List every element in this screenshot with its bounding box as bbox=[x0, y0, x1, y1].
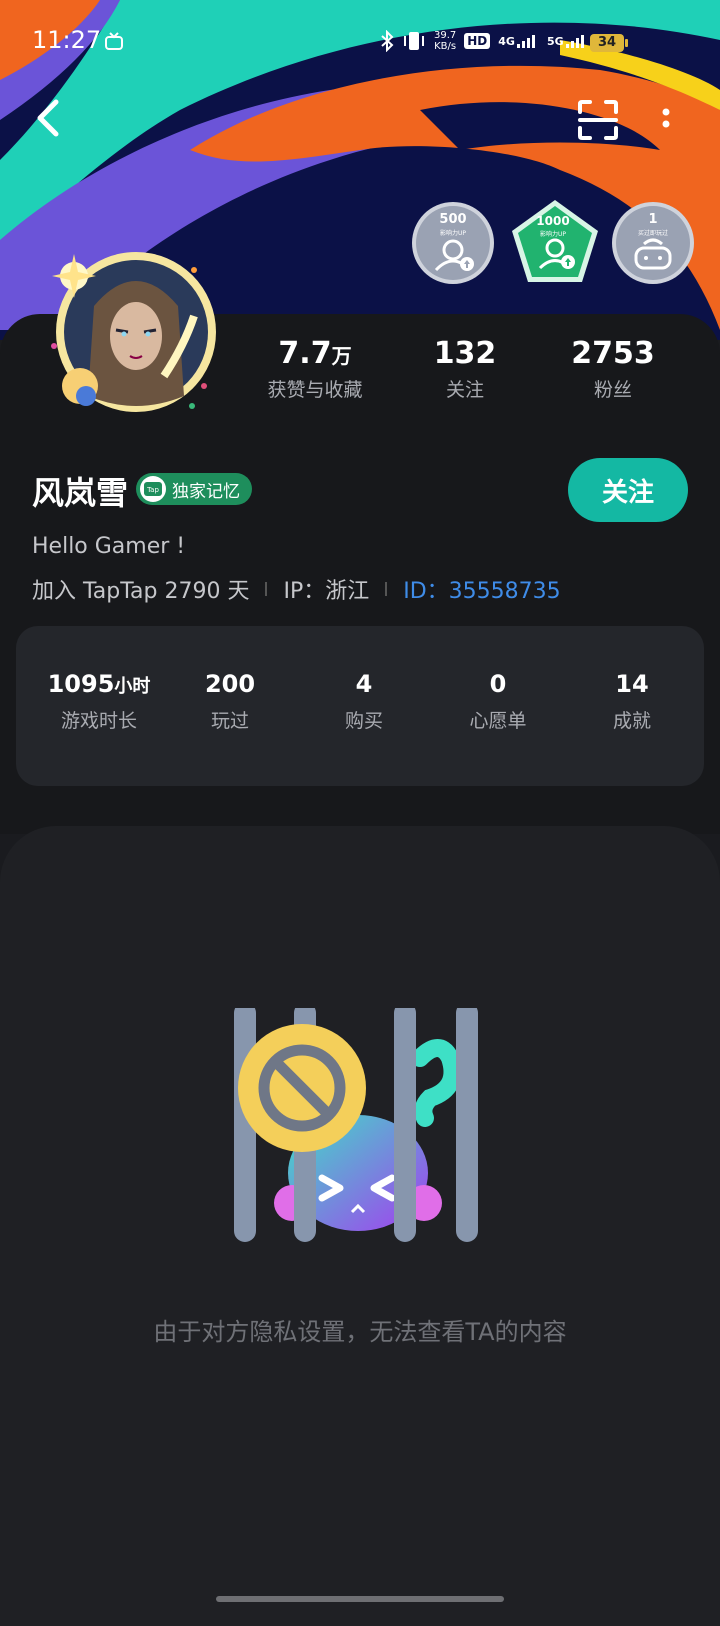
home-indicator[interactable] bbox=[216, 1596, 504, 1602]
user-up-icon bbox=[512, 200, 598, 282]
divider bbox=[265, 582, 268, 596]
avatar-image bbox=[51, 252, 216, 412]
follow-button[interactable]: 关注 bbox=[568, 458, 688, 522]
status-bar: 11:27 39.7 KB/s HD 4G 5G 34 bbox=[0, 22, 720, 62]
status-time: 11:27 bbox=[32, 26, 102, 54]
stat-following[interactable]: 132 关注 bbox=[390, 336, 540, 402]
game-stat-purchased[interactable]: 4 购买 bbox=[299, 670, 429, 733]
game-stat-label: 购买 bbox=[344, 710, 383, 732]
stat-label: 粉丝 bbox=[593, 379, 632, 401]
game-stat-value: 200 bbox=[204, 670, 256, 698]
tv-app-icon bbox=[105, 32, 123, 50]
back-chevron-icon bbox=[37, 99, 59, 137]
sim2-label: 5G bbox=[546, 35, 564, 48]
game-stats-card: 1095小时 游戏时长 200 玩过 4 购买 0 心愿单 14 成就 bbox=[16, 626, 704, 786]
game-stat-value: 1095小时 bbox=[34, 670, 164, 698]
vibrate-icon bbox=[404, 32, 424, 50]
stat-value-number: 7.7 bbox=[278, 336, 332, 371]
tag-label: 独家记忆 bbox=[172, 481, 240, 502]
divider bbox=[385, 582, 388, 596]
badge-value: 500 bbox=[439, 212, 467, 227]
hd-indicator: HD bbox=[464, 33, 491, 49]
stat-likes-value: 7.7万 bbox=[240, 336, 390, 371]
game-stat-label: 游戏时长 bbox=[60, 710, 137, 732]
privacy-message: 由于对方隐私设置，无法查看TA的内容 bbox=[153, 1318, 567, 1346]
avatar[interactable] bbox=[44, 246, 222, 424]
profile-meta: 加入 TapTap 2790 天 IP：浙江 ID：35558735 bbox=[32, 573, 561, 605]
taptap-logo-text: Tap bbox=[146, 486, 159, 494]
sim2-network: 5G bbox=[547, 34, 588, 48]
scan-icon bbox=[578, 100, 618, 140]
join-days: 加入 TapTap 2790 天 bbox=[32, 579, 250, 604]
game-stat-value: 0 bbox=[489, 670, 507, 698]
game-stat-label: 心愿单 bbox=[469, 710, 527, 732]
stat-label: 获赞与收藏 bbox=[267, 379, 363, 401]
stat-likes[interactable]: 7.7万 获赞与收藏 bbox=[240, 336, 390, 402]
sim1-network: 4G bbox=[498, 34, 539, 48]
net-speed-unit: KB/s bbox=[434, 41, 457, 52]
taptap-logo-icon: Tap bbox=[140, 476, 166, 502]
signal-icon bbox=[565, 35, 584, 48]
stat-following-value: 132 bbox=[433, 336, 497, 371]
game-stat-value: 4 bbox=[355, 670, 373, 698]
badge-value: 1000 bbox=[536, 214, 570, 228]
more-vertical-icon bbox=[662, 108, 670, 128]
game-stat-wishlist[interactable]: 0 心愿单 bbox=[433, 670, 563, 733]
status-icons: 39.7 KB/s HD 4G 5G bbox=[380, 30, 588, 52]
exclusive-memory-tag[interactable]: Tap 独家记忆 bbox=[136, 473, 252, 505]
badge-caption: 买过即玩过 bbox=[637, 230, 668, 237]
sim1-label: 4G bbox=[498, 35, 515, 48]
badge-caption: 影响力UP bbox=[439, 230, 466, 237]
game-stat-unit: 小时 bbox=[114, 676, 151, 697]
battery-indicator: 34 bbox=[590, 34, 628, 52]
net-speed: 39.7 KB/s bbox=[434, 30, 456, 52]
scan-button[interactable] bbox=[576, 98, 620, 142]
privacy-illustration bbox=[220, 1002, 500, 1278]
bluetooth-icon bbox=[381, 30, 394, 52]
back-button[interactable] bbox=[28, 96, 68, 140]
stat-value-unit: 万 bbox=[331, 344, 352, 368]
bio: Hello Gamer ! bbox=[32, 534, 186, 559]
game-stat-label: 成就 bbox=[612, 710, 651, 732]
signal-icon bbox=[516, 35, 535, 48]
badge-influence-1000[interactable]: 1000 影响力UP bbox=[510, 198, 598, 284]
stat-followers-value: 2753 bbox=[571, 336, 655, 371]
game-stat-label: 玩过 bbox=[210, 710, 249, 732]
badge-value: 1 bbox=[648, 212, 658, 227]
game-stat-number: 1095 bbox=[47, 670, 115, 698]
badge-played[interactable]: 1 买过即玩过 bbox=[610, 200, 696, 286]
username: 风岚雪 bbox=[32, 474, 129, 512]
user-id[interactable]: ID：35558735 bbox=[403, 573, 560, 605]
game-stat-value: 14 bbox=[615, 670, 649, 698]
ip-location: IP：浙江 bbox=[283, 579, 370, 604]
game-stat-played[interactable]: 200 玩过 bbox=[165, 670, 295, 733]
badge-influence-500[interactable]: 500 影响力UP bbox=[410, 200, 496, 286]
badge-caption: 影响力UP bbox=[539, 231, 566, 238]
net-speed-value: 39.7 bbox=[434, 30, 457, 41]
game-stat-achievements[interactable]: 14 成就 bbox=[567, 670, 697, 733]
stat-label: 关注 bbox=[445, 379, 484, 401]
game-stat-playtime[interactable]: 1095小时 游戏时长 bbox=[34, 670, 164, 733]
more-button[interactable] bbox=[656, 100, 676, 140]
stat-followers[interactable]: 2753 粉丝 bbox=[538, 336, 688, 402]
